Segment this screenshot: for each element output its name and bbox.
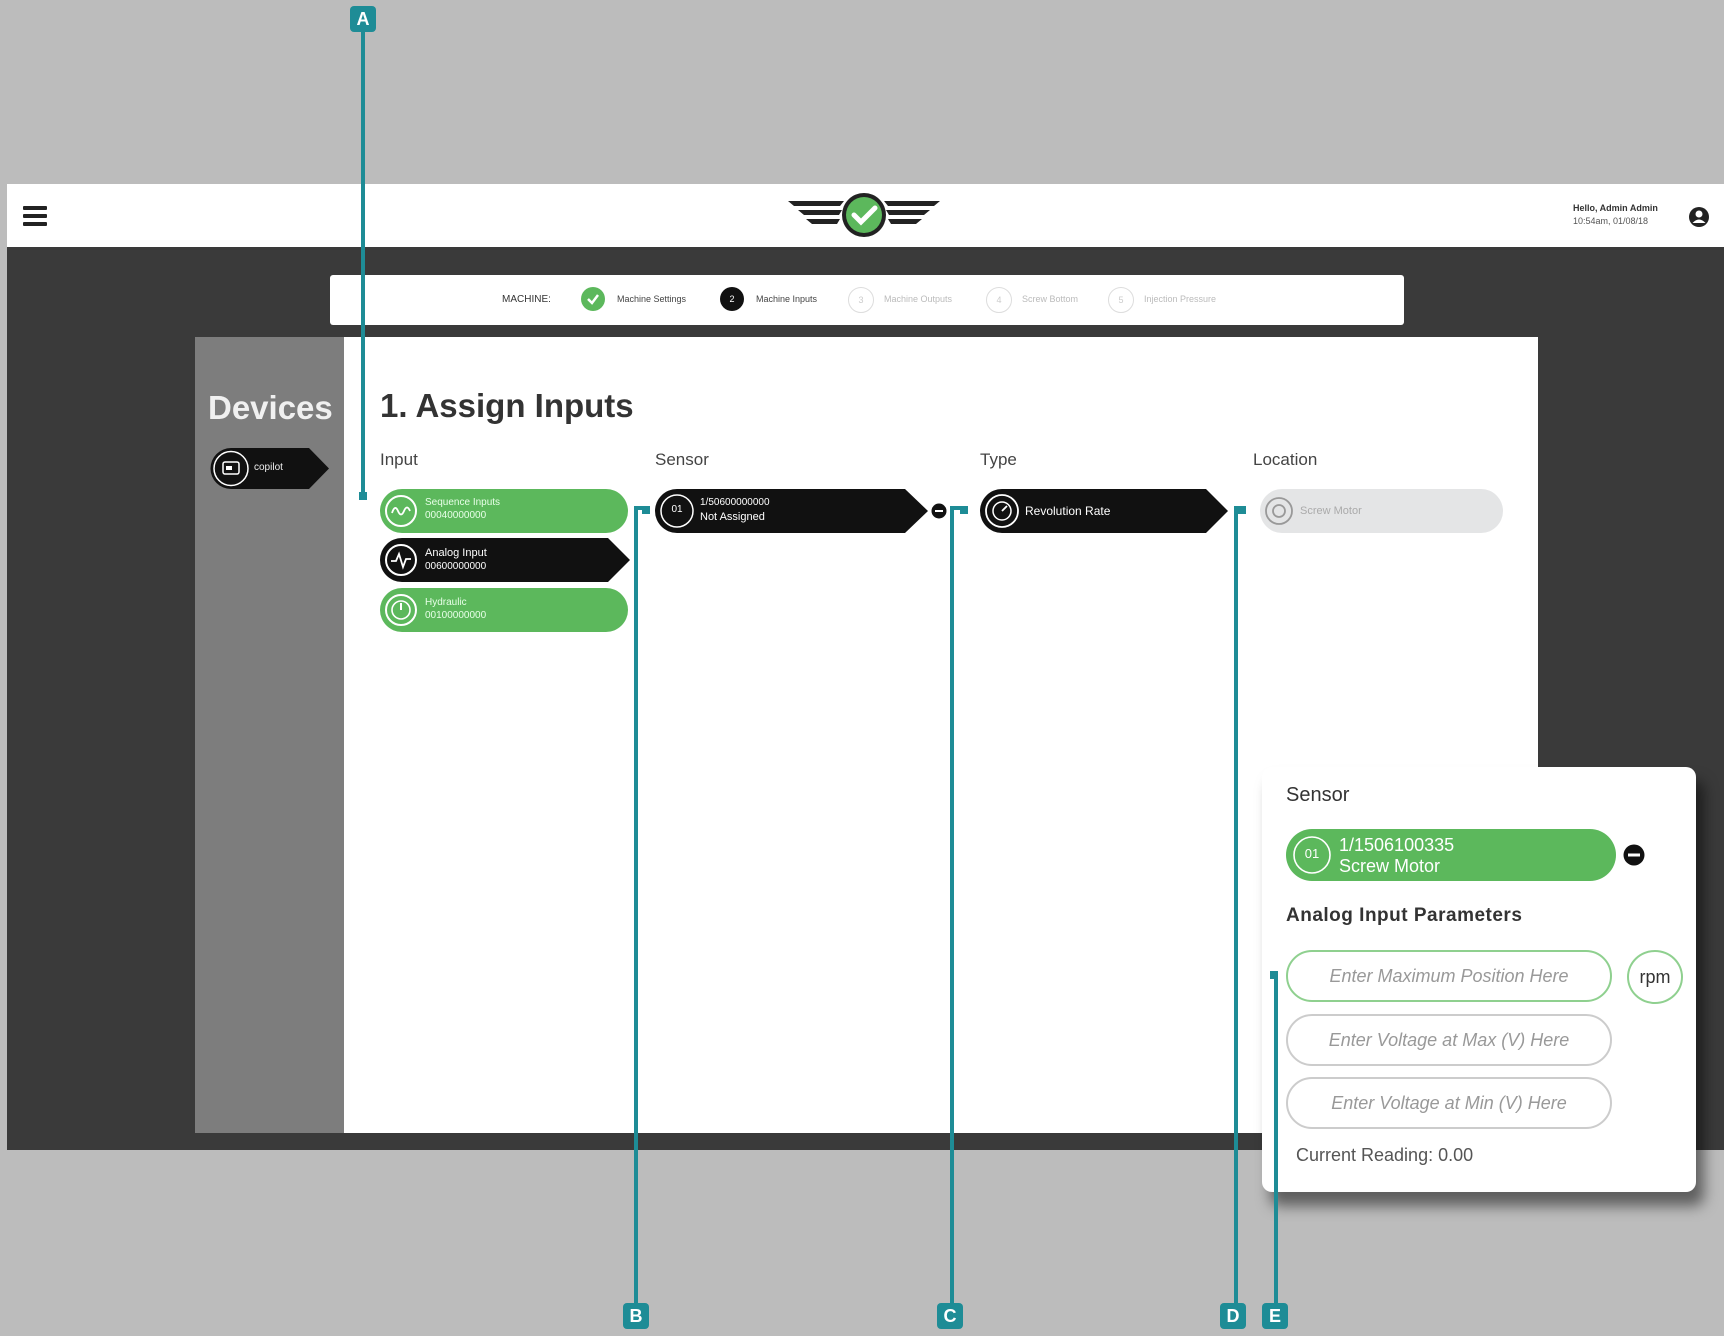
analog-params-header: Analog Input Parameters xyxy=(1286,905,1523,926)
user-datetime: 10:54am, 01/08/18 xyxy=(1573,216,1649,226)
voltage-max-input[interactable]: Enter Voltage at Max (V) Here xyxy=(1286,1014,1612,1066)
step-5-number[interactable]: 5 xyxy=(1108,287,1134,313)
annotation-connector-d xyxy=(1234,506,1242,510)
annotation-badge-b: B xyxy=(623,1303,649,1329)
annotation-marker-a xyxy=(359,492,367,500)
location-target-icon xyxy=(1265,497,1293,525)
input-id: 00600000000 xyxy=(425,561,487,572)
annotation-badge-e: E xyxy=(1262,1303,1288,1329)
sensor-status: Not Assigned xyxy=(700,511,765,523)
annotation-badge-a: A xyxy=(350,6,376,32)
annotation-line-e xyxy=(1274,973,1278,1311)
devices-title: Devices xyxy=(208,389,333,426)
input-name: Hydraulic xyxy=(425,597,467,608)
annotation-badge-d: D xyxy=(1220,1303,1246,1329)
annotation-badge-c: C xyxy=(937,1303,963,1329)
column-header-input: Input xyxy=(380,450,418,469)
voltage-min-input[interactable]: Enter Voltage at Min (V) Here xyxy=(1286,1077,1612,1129)
annotation-connector-c xyxy=(950,506,962,510)
menu-icon[interactable] xyxy=(23,206,47,226)
location-pill[interactable] xyxy=(1260,489,1503,533)
hydraulic-gauge-icon xyxy=(385,594,417,626)
sensor-pill[interactable] xyxy=(655,489,928,533)
step-2-label[interactable]: Machine Inputs xyxy=(756,294,817,304)
sensor-channel: 01 xyxy=(671,504,683,515)
analog-signal-icon xyxy=(385,544,417,576)
step-3-number[interactable]: 3 xyxy=(848,287,874,313)
input-name: Analog Input xyxy=(425,547,487,559)
sensor-serial: 1/50600000000 xyxy=(700,497,770,508)
step-2-number[interactable]: 2 xyxy=(720,287,744,311)
column-header-type: Type xyxy=(980,450,1017,469)
step-1-label[interactable]: Machine Settings xyxy=(617,294,686,304)
annotation-line-c xyxy=(950,508,954,1311)
account-icon[interactable] xyxy=(1688,206,1710,228)
location-label: Screw Motor xyxy=(1300,505,1362,517)
step-4-label[interactable]: Screw Bottom xyxy=(1022,294,1078,304)
step-3-label[interactable]: Machine Outputs xyxy=(884,294,952,304)
sequence-wave-icon xyxy=(385,495,417,527)
current-reading: Current Reading: 0.00 xyxy=(1296,1145,1474,1165)
annotation-line-b xyxy=(634,508,638,1311)
popup-remove-sensor-icon[interactable] xyxy=(1623,844,1645,866)
user-greeting: Hello, Admin Admin xyxy=(1573,203,1658,213)
popup-sensor-serial: 1/1506100335 xyxy=(1339,835,1455,855)
popup-sensor-location: Screw Motor xyxy=(1339,856,1441,876)
popup-sensor-channel: 01 xyxy=(1304,846,1320,861)
input-id: 00040000000 xyxy=(425,510,487,521)
popup-sensor-header: Sensor xyxy=(1286,784,1350,806)
remove-sensor-icon[interactable] xyxy=(931,503,947,519)
annotation-line-a xyxy=(361,32,365,496)
max-position-input[interactable]: Enter Maximum Position Here xyxy=(1286,950,1612,1002)
annotation-connector-b xyxy=(634,506,644,510)
annotation-line-d xyxy=(1234,508,1238,1311)
unit-selector[interactable]: rpm xyxy=(1627,950,1683,1004)
stepper-label: MACHINE: xyxy=(502,294,551,305)
column-header-sensor: Sensor xyxy=(655,450,709,469)
type-label: Revolution Rate xyxy=(1025,504,1111,518)
step-5-label[interactable]: Injection Pressure xyxy=(1144,294,1216,304)
column-header-location: Location xyxy=(1253,450,1318,469)
step-4-number[interactable]: 4 xyxy=(986,287,1012,313)
annotation-marker-e xyxy=(1270,971,1278,979)
page-title: 1. Assign Inputs xyxy=(380,387,634,424)
step-1-done-icon[interactable] xyxy=(581,287,605,311)
input-name: Sequence Inputs xyxy=(425,497,501,508)
input-id: 00100000000 xyxy=(425,610,487,621)
device-item-label: copilot xyxy=(254,462,283,473)
logo-icon xyxy=(788,193,940,237)
